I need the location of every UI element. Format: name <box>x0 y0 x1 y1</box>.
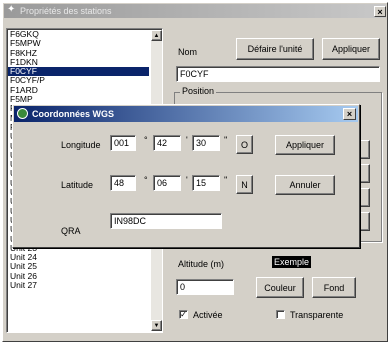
main-title-bar: ✦ Propriétés des stations <box>4 4 386 18</box>
min-symbol: ' <box>186 175 188 185</box>
transparente-label: Transparente <box>290 310 344 320</box>
min-symbol: ' <box>186 135 188 145</box>
sec-symbol: '' <box>224 135 228 145</box>
activee-checkbox[interactable]: ✓ <box>179 310 188 319</box>
latitude-degrees-field[interactable]: 48 <box>110 175 136 191</box>
scroll-down-icon: ▼ <box>153 322 160 329</box>
main-close-button[interactable]: × <box>374 6 386 17</box>
longitude-label: Longitude <box>61 140 101 150</box>
main-title: Propriétés des stations <box>20 6 112 16</box>
nom-label: Nom <box>178 47 198 57</box>
scroll-down-button[interactable]: ▼ <box>151 320 162 331</box>
dialog-title: Coordonnées WGS <box>32 109 115 119</box>
activee-label: Activée <box>193 310 223 320</box>
nom-field[interactable]: F0CYF <box>176 66 380 82</box>
latitude-seconds-field[interactable]: 15 <box>192 175 220 191</box>
latitude-direction-button[interactable]: N <box>236 175 253 194</box>
checkmark-icon: ✓ <box>180 310 187 319</box>
longitude-direction-button[interactable]: O <box>236 135 253 154</box>
scroll-up-icon: ▲ <box>153 32 160 39</box>
defaire-unite-button[interactable]: Défaire l'unité <box>236 38 314 60</box>
transparente-checkbox[interactable] <box>276 310 285 319</box>
latitude-label: Latitude <box>61 180 94 190</box>
wgs-coordinates-dialog: Coordonnées WGS × Longitude 001 ° 42 ' 3… <box>12 104 360 248</box>
qra-field[interactable]: IN98DC <box>110 213 222 229</box>
longitude-seconds-field[interactable]: 30 <box>192 135 220 151</box>
fond-button[interactable]: Fond <box>312 277 356 298</box>
longitude-minutes-field[interactable]: 42 <box>153 135 181 151</box>
altitude-label: Altitude (m) <box>178 259 225 269</box>
qra-label: QRA <box>61 226 81 236</box>
dialog-close-button[interactable]: × <box>343 108 356 120</box>
deg-symbol: ° <box>144 135 148 145</box>
deg-symbol: ° <box>144 175 148 185</box>
list-item[interactable]: Unit 27 <box>8 280 149 290</box>
globe-icon <box>17 108 28 119</box>
exemple-preview: Exemple <box>272 256 312 268</box>
dialog-annuler-button[interactable]: Annuler <box>275 175 335 195</box>
dialog-appliquer-button[interactable]: Appliquer <box>275 135 335 155</box>
close-icon: × <box>346 109 353 119</box>
appliquer-button[interactable]: Appliquer <box>322 38 380 60</box>
altitude-field[interactable]: 0 <box>176 279 234 295</box>
longitude-degrees-field[interactable]: 001 <box>110 135 136 151</box>
dialog-title-bar: Coordonnées WGS <box>14 106 358 122</box>
couleur-button[interactable]: Couleur <box>256 277 304 298</box>
sec-symbol: '' <box>224 175 228 185</box>
scroll-up-button[interactable]: ▲ <box>151 30 162 41</box>
position-label: Position <box>180 86 217 96</box>
app-icon: ✦ <box>7 4 16 15</box>
close-icon: × <box>377 6 383 17</box>
latitude-minutes-field[interactable]: 06 <box>153 175 181 191</box>
